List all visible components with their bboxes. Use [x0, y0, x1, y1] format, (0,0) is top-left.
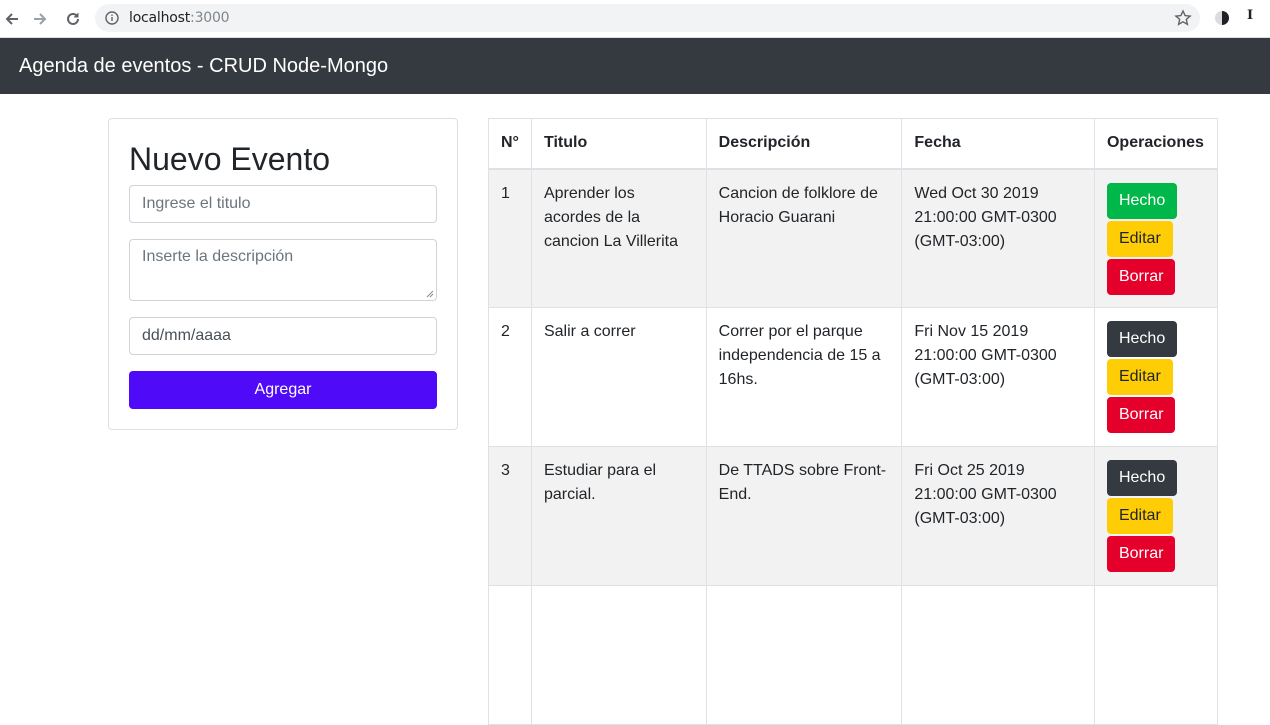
extension-icon[interactable]: [1213, 9, 1231, 27]
cell-date: [901, 585, 1095, 725]
table-row: 3 Estudiar para el parcial. De TTADS sob…: [488, 446, 1219, 586]
cell-description: [705, 585, 903, 725]
header-description: Descripción: [705, 118, 903, 170]
cell-date: Fri Nov 15 2019 21:00:00 GMT-0300 (GMT-0…: [901, 307, 1095, 447]
done-button[interactable]: Hecho: [1106, 321, 1178, 357]
cell-number: 2: [488, 307, 532, 447]
star-icon[interactable]: [1174, 9, 1192, 27]
cell-number: [488, 585, 532, 725]
cell-description: De TTADS sobre Front-End.: [705, 446, 903, 586]
table-row: [488, 585, 1219, 725]
cell-title: Estudiar para el parcial.: [530, 446, 707, 586]
delete-button[interactable]: Borrar: [1106, 536, 1176, 572]
cell-number: 1: [488, 168, 532, 308]
new-event-card: Nuevo Evento Ingrese el titulo Inserte l…: [108, 118, 458, 430]
cell-title: [530, 585, 707, 725]
title-input[interactable]: Ingrese el titulo: [129, 185, 437, 223]
cell-date: Wed Oct 30 2019 21:00:00 GMT-0300 (GMT-0…: [901, 168, 1095, 308]
url-host: localhost: [129, 10, 191, 26]
forward-icon[interactable]: [28, 7, 52, 31]
table-row: 2 Salir a correr Correr por el parque in…: [488, 307, 1219, 447]
app-navbar: Agenda de eventos - CRUD Node-Mongo: [0, 38, 1270, 94]
header-date: Fecha: [901, 118, 1095, 170]
cell-operations: Hecho Editar Borrar: [1093, 168, 1219, 308]
table-row: 1 Aprender los acordes de la cancion La …: [488, 168, 1219, 308]
description-textarea[interactable]: Inserte la descripción: [129, 239, 437, 301]
header-number: N°: [488, 118, 532, 170]
done-button[interactable]: Hecho: [1106, 460, 1178, 496]
cell-description: Cancion de folklore de Horacio Guarani: [705, 168, 903, 308]
cell-operations: [1093, 585, 1219, 725]
description-placeholder: Inserte la descripción: [142, 248, 294, 265]
cell-date: Fri Oct 25 2019 21:00:00 GMT-0300 (GMT-0…: [901, 446, 1095, 586]
reload-icon[interactable]: [61, 7, 85, 31]
cell-title: Aprender los acordes de la cancion La Vi…: [530, 168, 707, 308]
address-bar[interactable]: localhost:3000: [95, 4, 1200, 32]
cell-title: Salir a correr: [530, 307, 707, 447]
edit-button[interactable]: Editar: [1106, 220, 1173, 257]
resize-grip-icon[interactable]: [426, 290, 434, 298]
form-heading: Nuevo Evento: [129, 141, 331, 177]
table-header-row: N° Titulo Descripción Fecha Operaciones: [488, 118, 1219, 170]
edit-button[interactable]: Editar: [1106, 359, 1173, 395]
back-icon[interactable]: [0, 7, 24, 31]
add-event-button[interactable]: Agregar: [129, 371, 437, 409]
info-icon[interactable]: [105, 11, 119, 25]
date-input[interactable]: dd/mm/aaaa: [129, 317, 437, 355]
delete-button[interactable]: Borrar: [1106, 397, 1176, 433]
header-title: Titulo: [530, 118, 707, 170]
navbar-brand[interactable]: Agenda de eventos - CRUD Node-Mongo: [19, 55, 388, 78]
done-button[interactable]: Hecho: [1106, 182, 1178, 219]
extension-label[interactable]: I: [1247, 8, 1253, 23]
url-port: :3000: [190, 10, 230, 26]
events-table: N° Titulo Descripción Fecha Operaciones …: [488, 118, 1219, 725]
delete-button[interactable]: Borrar: [1106, 258, 1176, 295]
cell-operations: Hecho Editar Borrar: [1093, 307, 1219, 447]
cell-number: 3: [488, 446, 532, 586]
cell-description: Correr por el parque independencia de 15…: [705, 307, 903, 447]
edit-button[interactable]: Editar: [1106, 498, 1173, 534]
url-text: localhost:3000: [129, 10, 230, 26]
browser-toolbar: localhost:3000 I: [0, 0, 1270, 38]
header-operations: Operaciones: [1093, 118, 1219, 170]
cell-operations: Hecho Editar Borrar: [1093, 446, 1219, 586]
